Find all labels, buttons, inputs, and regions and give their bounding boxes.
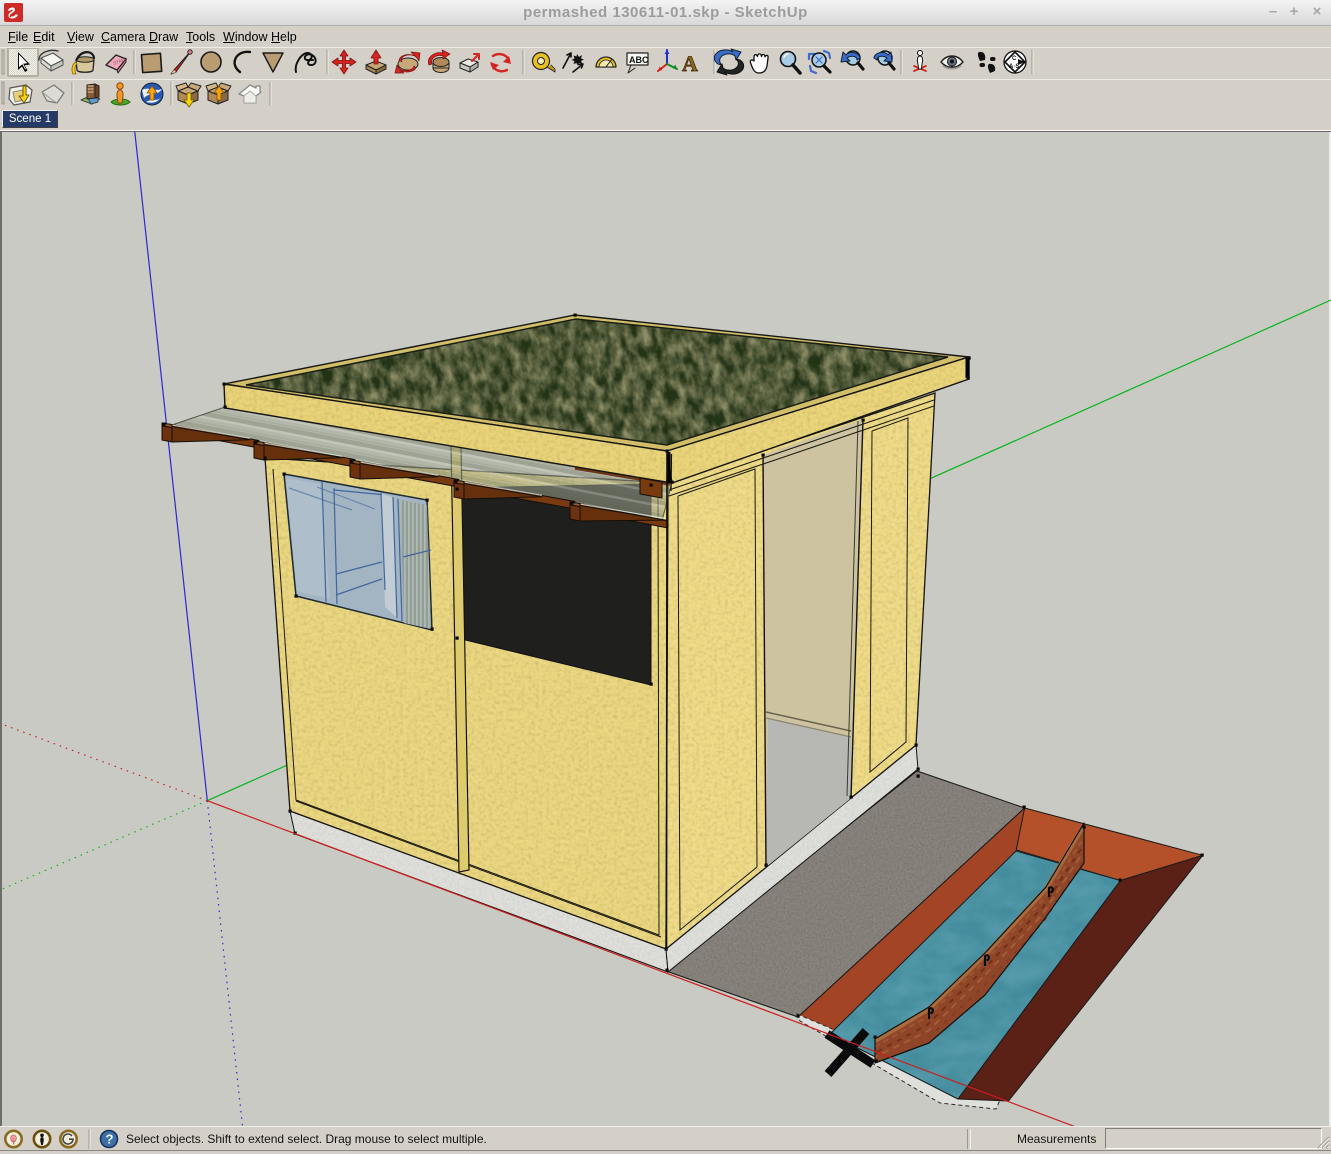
svg-text:ABC: ABC (629, 55, 649, 65)
svg-text:A: A (682, 51, 698, 76)
svg-text:?: ? (106, 1132, 114, 1147)
svg-text:A·S: A·S (1009, 64, 1019, 70)
svg-text:C: C (1012, 56, 1017, 62)
